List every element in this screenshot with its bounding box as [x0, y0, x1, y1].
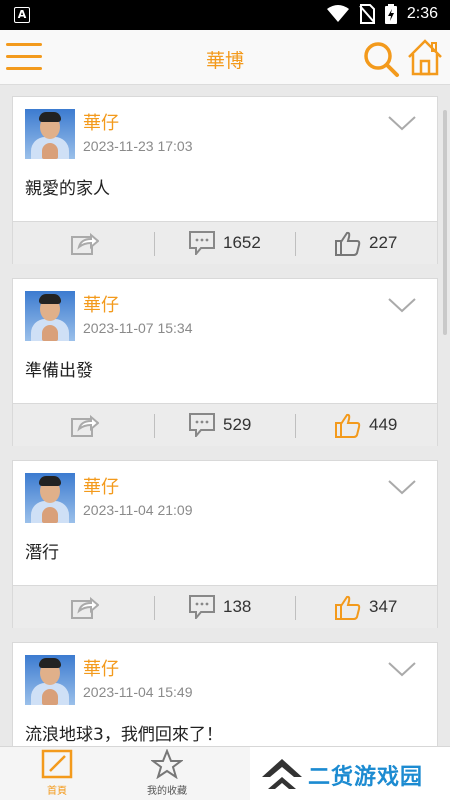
- post-actions: 529 449: [13, 403, 437, 446]
- like-count: 449: [369, 415, 398, 434]
- comment-count: 1652: [223, 233, 261, 252]
- post-actions: 138 347: [13, 585, 437, 628]
- share-icon: [71, 414, 99, 437]
- avatar[interactable]: [25, 291, 75, 341]
- comment-count: 529: [223, 415, 252, 434]
- chevron-down-icon[interactable]: [387, 297, 417, 313]
- avatar[interactable]: [25, 109, 75, 159]
- post-card[interactable]: 華仔 2023-11-04 15:49 流浪地球3，我們回來了！: [12, 642, 438, 746]
- post-text[interactable]: 準備出發: [25, 356, 93, 381]
- comment-icon: [189, 231, 215, 255]
- share-button[interactable]: [71, 412, 99, 438]
- star-icon: [150, 748, 184, 780]
- post-card[interactable]: 華仔 2023-11-04 21:09 潛行 138 347: [12, 460, 438, 628]
- post-date: 2023-11-07 15:34: [83, 320, 193, 336]
- comment-button[interactable]: 529: [189, 412, 251, 438]
- post-text[interactable]: 流浪地球3，我們回來了！: [25, 720, 223, 745]
- tab-favorites[interactable]: 我的收藏: [132, 748, 202, 797]
- tab-home[interactable]: 首頁: [22, 749, 92, 797]
- chevron-down-icon[interactable]: [387, 115, 417, 131]
- like-button[interactable]: 347: [335, 594, 397, 620]
- like-count: 227: [369, 233, 398, 252]
- edit-icon: [41, 749, 73, 779]
- status-bar: A 2:36: [0, 0, 450, 30]
- post-date: 2023-11-04 15:49: [83, 684, 193, 700]
- chevron-down-icon[interactable]: [387, 661, 417, 677]
- share-button[interactable]: [71, 230, 99, 256]
- avatar[interactable]: [25, 473, 75, 523]
- share-icon: [71, 596, 99, 619]
- no-sim-icon: [359, 4, 375, 24]
- chevron-down-icon[interactable]: [387, 479, 417, 495]
- post-card[interactable]: 華仔 2023-11-07 15:34 準備出發 529 449: [12, 278, 438, 446]
- divider: [295, 596, 296, 620]
- bottom-tab-bar: 首頁 我的收藏 二货游戏园: [0, 746, 450, 800]
- notification-icon: A: [14, 7, 30, 23]
- post-author[interactable]: 華仔: [83, 655, 119, 681]
- comment-icon: [189, 595, 215, 619]
- home-icon[interactable]: [407, 38, 443, 76]
- search-icon[interactable]: [362, 40, 400, 78]
- post-feed[interactable]: 華仔 2023-11-23 17:03 親愛的家人 1652 227 華仔 20…: [0, 86, 450, 746]
- divider: [154, 232, 155, 256]
- post-date: 2023-11-04 21:09: [83, 502, 193, 518]
- post-actions: 1652 227: [13, 221, 437, 264]
- divider: [154, 414, 155, 438]
- comment-button[interactable]: 1652: [189, 230, 261, 256]
- comment-count: 138: [223, 597, 252, 616]
- thumbs-up-icon: [335, 231, 361, 256]
- like-button[interactable]: 449: [335, 412, 397, 438]
- watermark-logo-icon: [262, 759, 302, 789]
- post-author[interactable]: 華仔: [83, 109, 119, 135]
- clock: 2:36: [406, 5, 438, 22]
- like-button[interactable]: 227: [335, 230, 397, 256]
- comment-icon: [189, 413, 215, 437]
- watermark-text: 二货游戏园: [308, 765, 424, 790]
- app-bar: 華博: [0, 30, 450, 85]
- tab-favorites-label: 我的收藏: [147, 786, 187, 797]
- share-button[interactable]: [71, 594, 99, 620]
- thumbs-up-icon: [335, 413, 361, 438]
- divider: [295, 414, 296, 438]
- battery-icon: [384, 4, 397, 24]
- divider: [154, 596, 155, 620]
- post-text[interactable]: 親愛的家人: [25, 174, 110, 199]
- tab-home-label: 首頁: [47, 786, 67, 797]
- post-author[interactable]: 華仔: [83, 473, 119, 499]
- post-card[interactable]: 華仔 2023-11-23 17:03 親愛的家人 1652 227: [12, 96, 438, 264]
- watermark: 二货游戏园: [250, 747, 450, 800]
- scrollbar[interactable]: [443, 110, 447, 335]
- like-count: 347: [369, 597, 398, 616]
- wifi-icon: [326, 5, 349, 22]
- post-date: 2023-11-23 17:03: [83, 138, 193, 154]
- post-author[interactable]: 華仔: [83, 291, 119, 317]
- thumbs-up-icon: [335, 595, 361, 620]
- avatar[interactable]: [25, 655, 75, 705]
- post-text[interactable]: 潛行: [25, 538, 59, 563]
- share-icon: [71, 232, 99, 255]
- comment-button[interactable]: 138: [189, 594, 251, 620]
- divider: [295, 232, 296, 256]
